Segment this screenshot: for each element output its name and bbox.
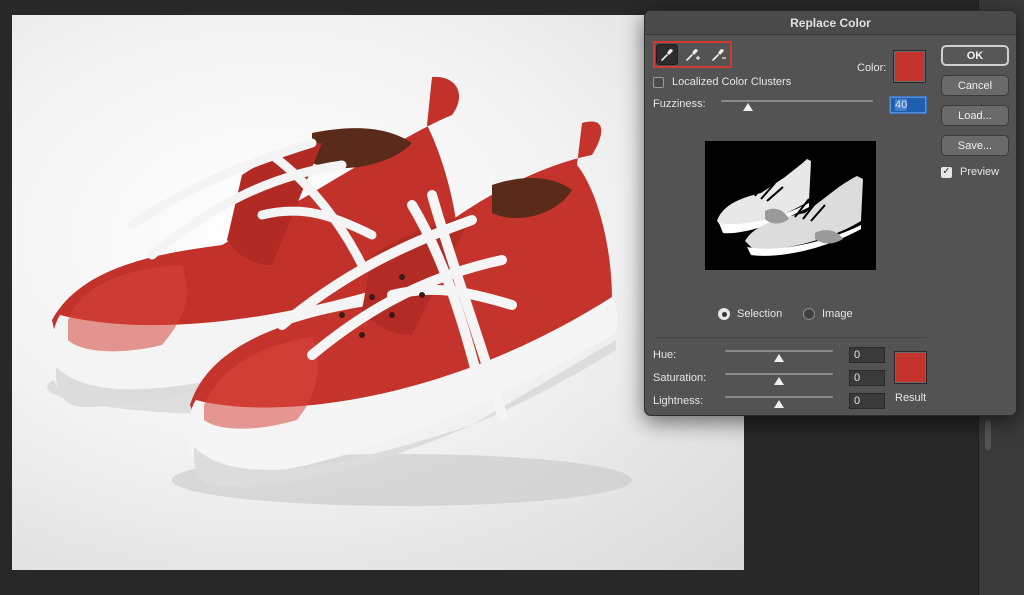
eyedropper-icon [661,48,673,61]
lightness-slider-thumb[interactable] [774,400,784,408]
mask-preview-image [717,159,863,256]
fuzziness-slider-thumb[interactable] [743,103,754,111]
selection-radio[interactable] [718,308,730,320]
sneakers-photo [47,76,632,506]
localized-clusters-row: Localized Color Clusters [653,76,791,88]
saturation-label: Saturation: [653,372,707,384]
eyedropper-tool[interactable] [656,44,678,65]
eyedropper-minus-icon [712,48,726,61]
image-radio[interactable] [803,308,815,320]
saturation-input[interactable]: 0 [849,370,885,386]
selection-preview [705,141,876,270]
selection-radio-option[interactable]: Selection [718,308,782,320]
hue-label: Hue: [653,349,677,361]
hue-slider-thumb[interactable] [774,354,784,362]
section-divider [655,337,927,338]
save-button[interactable]: Save... [941,135,1009,156]
localized-clusters-label: Localized Color Clusters [672,76,792,88]
lightness-label: Lightness: [653,395,704,407]
lightness-input[interactable]: 0 [849,393,885,409]
preview-row: ✓ Preview [941,166,999,178]
eyedropper-tool-group [653,41,732,68]
ok-button[interactable]: OK [941,45,1009,66]
result-swatch[interactable] [894,351,927,384]
load-button[interactable]: Load... [941,105,1009,126]
saturation-slider-thumb[interactable] [774,377,784,385]
fuzziness-value: 40 [895,99,908,111]
preview-label: Preview [960,166,1000,178]
localized-clusters-checkbox[interactable] [653,76,664,88]
hue-input[interactable]: 0 [849,347,885,363]
image-radio-option[interactable]: Image [803,308,853,320]
scrollbar-thumb[interactable] [985,420,991,450]
replace-color-dialog: Replace Color Color: Localized Color Clu… [644,10,1017,416]
eyedropper-add-tool[interactable] [682,44,704,65]
result-label: Result [895,392,927,404]
lightness-slider-track[interactable] [725,396,833,398]
hue-slider-track[interactable] [725,350,833,352]
eyedropper-subtract-tool[interactable] [708,44,730,65]
fuzziness-label: Fuzziness: [653,98,706,110]
canvas-image[interactable] [12,15,744,570]
preview-checkbox[interactable]: ✓ [941,166,952,178]
fuzziness-input[interactable]: 40 [890,97,926,113]
image-radio-label: Image [822,308,853,320]
saturation-slider-track[interactable] [725,373,833,375]
dialog-title: Replace Color [645,11,1016,35]
eyedropper-plus-icon [686,48,700,61]
color-swatch[interactable] [893,50,926,83]
fuzziness-slider-track[interactable] [721,100,873,102]
color-label: Color: [857,62,887,74]
cancel-button[interactable]: Cancel [941,75,1009,96]
selection-radio-label: Selection [737,308,783,320]
